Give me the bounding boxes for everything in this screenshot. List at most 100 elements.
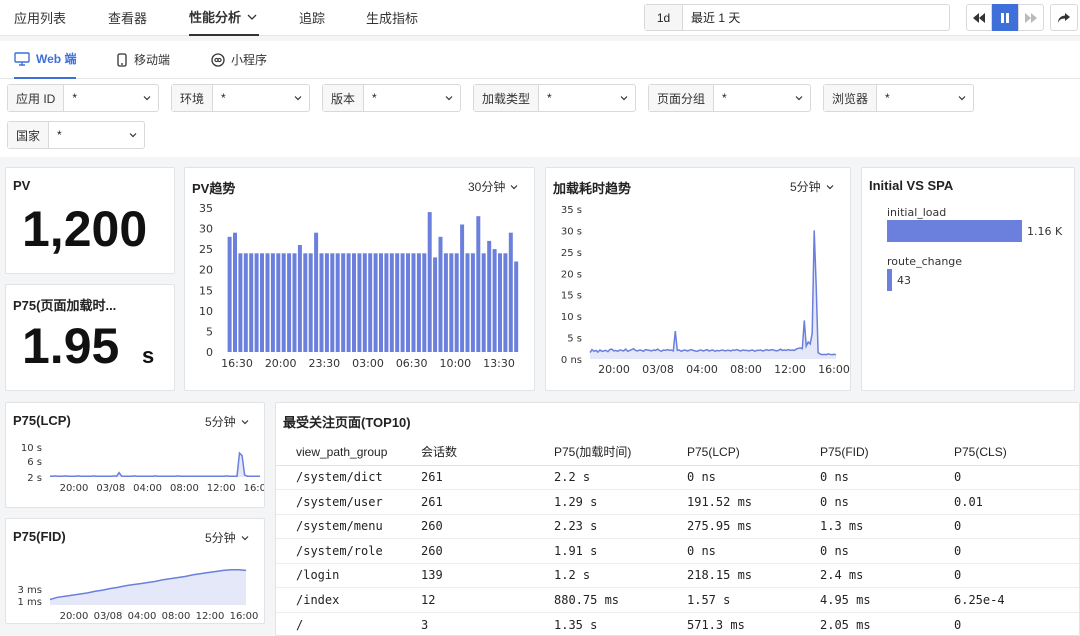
- filter-country[interactable]: 国家 *: [7, 121, 145, 149]
- x-tick-label: 20:00: [598, 363, 630, 376]
- column-header[interactable]: view_path_group: [276, 439, 401, 466]
- filter-value: *: [547, 91, 552, 105]
- table-row[interactable]: /3 1.35 s 571.3 ms 2.05 ms 0: [276, 611, 1079, 635]
- interval-select[interactable]: 5分钟: [790, 178, 835, 195]
- nav-performance[interactable]: 性能分析: [189, 0, 260, 36]
- top-nav: 应用列表 查看器 性能分析 追踪 生成指标 1d 最近 1 天: [0, 0, 1080, 36]
- nav-label: 应用列表: [14, 11, 67, 26]
- bar: [233, 232, 237, 352]
- interval-select[interactable]: 5分钟: [205, 413, 250, 430]
- y-tick-label: 1 ms: [18, 597, 43, 608]
- table-cell: /system/user: [276, 489, 401, 514]
- x-tick-label: 04:00: [133, 483, 162, 494]
- chevron-down-icon: [826, 184, 834, 189]
- filter-browser[interactable]: 浏览器 *: [823, 84, 974, 112]
- nav-generate-metrics[interactable]: 生成指标: [366, 0, 418, 36]
- p75-load-unit: s: [142, 343, 155, 368]
- nav-label: 查看器: [108, 11, 148, 26]
- bar: [362, 253, 367, 352]
- bar: [303, 253, 308, 352]
- pause-icon: [1001, 12, 1009, 23]
- bar: [270, 253, 275, 352]
- bar: [514, 261, 519, 352]
- y-tick-label: 5: [206, 325, 213, 338]
- area-fill: [50, 453, 260, 477]
- p75-load-value: 1.95: [22, 318, 120, 374]
- bar: [260, 253, 264, 352]
- bar: [352, 253, 356, 352]
- y-tick-label: 2 s: [27, 473, 42, 484]
- table-cell: 880.75 ms: [534, 587, 667, 612]
- table-row[interactable]: /system/menu 260 2.23 s 275.95 ms 1.3 ms 0: [276, 513, 1079, 539]
- column-header[interactable]: 会话数: [401, 439, 534, 466]
- filter-label: 环境: [172, 85, 214, 111]
- y-tick-label: 6 s: [27, 457, 42, 468]
- table-row[interactable]: /system/dict 261 2.2 s0 ns 0 ns 0: [276, 464, 1079, 490]
- column-header[interactable]: P75(FID): [800, 439, 934, 466]
- rewind-button[interactable]: [966, 4, 992, 31]
- table-row[interactable]: /login 139 1.2 s 218.15 ms 2.4 ms 0: [276, 562, 1079, 588]
- nav-viewer[interactable]: 查看器: [108, 0, 147, 36]
- data-label: 43: [897, 274, 911, 287]
- y-tick-label: 20: [199, 264, 213, 277]
- column-header[interactable]: P75(LCP): [667, 439, 800, 466]
- y-tick-label: 30: [199, 223, 213, 236]
- filter-version[interactable]: 版本 *: [322, 84, 461, 112]
- table-cell: 0: [934, 538, 1079, 563]
- pause-button[interactable]: [992, 4, 1018, 31]
- nav-app-list[interactable]: 应用列表: [14, 0, 66, 36]
- filter-page-group[interactable]: 页面分组 *: [648, 84, 811, 112]
- bar: [487, 240, 492, 352]
- pv-title: PV: [13, 178, 31, 193]
- pv-trend-chart: 0 5 10 15 20 25 30 35 16:30 20:00 23:30 03:00 06:30 1…: [199, 202, 519, 370]
- table-cell: /system/dict: [276, 464, 401, 490]
- x-tick-label: 03/08: [94, 611, 123, 622]
- fid-panel: P75(FID) 5分钟 1 ms 3 ms 20:00 03/08 04:00 08:0…: [5, 518, 265, 624]
- bar: [281, 253, 286, 352]
- x-tick-label: 08:00: [730, 363, 762, 376]
- bar: [460, 224, 465, 352]
- table-row[interactable]: /system/role 260 1.91 s0 ns 0 ns 0: [276, 538, 1079, 563]
- tab-mini-program[interactable]: 小程序: [211, 41, 267, 79]
- table-row[interactable]: /index 12 880.75 ms 1.57 s 4.95 ms 6.25e-4: [276, 587, 1079, 612]
- interval-select[interactable]: 5分钟: [205, 529, 250, 546]
- column-header[interactable]: P75(CLS): [934, 439, 1079, 466]
- pv-value: 1,200: [22, 201, 148, 257]
- column-header[interactable]: P75(加载时间): [534, 439, 667, 466]
- tab-web[interactable]: Web 端: [14, 41, 77, 79]
- table-cell: 0: [934, 464, 1079, 490]
- top10-panel: 最受关注页面(TOP10) view_path_group 会话数 P75(加载…: [275, 402, 1080, 636]
- bar: [492, 249, 497, 352]
- interval-label: 5分钟: [205, 531, 236, 545]
- x-tick-label: 10:00: [439, 357, 471, 370]
- interval-select[interactable]: 30分钟: [468, 178, 519, 195]
- fid-chart: 1 ms3 ms 20:00 03/08 04:00 08:00 12:00 16:00: [18, 569, 258, 622]
- chevron-down-icon: [129, 133, 137, 138]
- tab-label: 移动端: [134, 53, 171, 67]
- monitor-icon: [14, 51, 30, 66]
- table-cell: /index: [276, 587, 401, 612]
- filter-env[interactable]: 环境 *: [171, 84, 310, 112]
- tab-mobile[interactable]: 移动端: [116, 41, 170, 79]
- time-short: 1d: [645, 5, 683, 30]
- filter-value: *: [57, 128, 62, 142]
- chart-title: Initial VS SPA: [869, 178, 954, 193]
- table-cell: 275.95 ms: [667, 513, 800, 539]
- bar: [433, 257, 438, 352]
- bar: [276, 253, 281, 352]
- top10-table: view_path_group 会话数 P75(加载时间) P75(LCP) P…: [276, 439, 1079, 635]
- x-tick-label: 20:00: [265, 357, 297, 370]
- bar: [389, 253, 394, 352]
- filter-app-id[interactable]: 应用 ID *: [7, 84, 159, 112]
- share-button[interactable]: [1050, 4, 1078, 31]
- x-tick-label: 08:00: [162, 611, 191, 622]
- nav-label: 追踪: [299, 11, 326, 26]
- bar: [406, 253, 410, 352]
- time-range-picker[interactable]: 1d 最近 1 天: [644, 4, 950, 31]
- forward-button[interactable]: [1018, 4, 1044, 31]
- table-row[interactable]: /system/user 261 1.29 s 191.52 ms 0 ns 0.01: [276, 489, 1079, 514]
- table-cell: /: [276, 611, 401, 635]
- rewind-icon: [973, 12, 985, 23]
- filter-load-type[interactable]: 加载类型 *: [473, 84, 636, 112]
- nav-trace[interactable]: 追踪: [299, 0, 325, 36]
